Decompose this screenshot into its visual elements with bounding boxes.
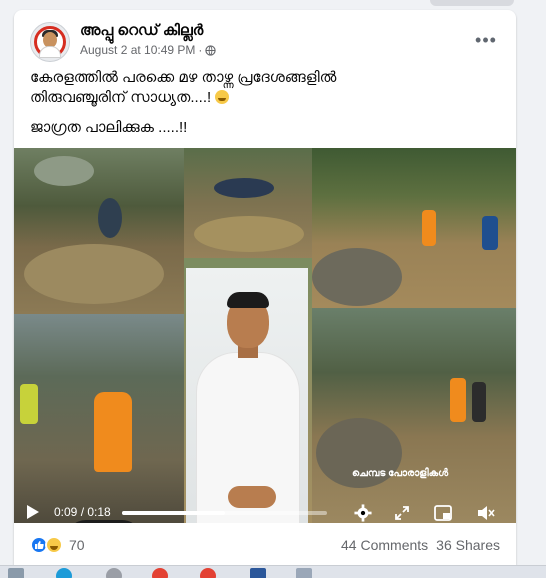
tile-worker	[422, 210, 436, 246]
pip-button[interactable]	[433, 503, 453, 523]
tile-crowd	[214, 178, 274, 198]
tile-house	[34, 156, 94, 186]
more-dots-icon: •••	[475, 29, 497, 50]
play-button[interactable]	[26, 503, 42, 521]
comments-count[interactable]: 44 Comments	[341, 537, 428, 553]
word-icon[interactable]	[250, 568, 266, 578]
tile-worker	[20, 384, 38, 424]
post-text-line-3: ജാഗ്രത പാലിക്കുക .....!!	[30, 119, 188, 136]
progress-fill	[122, 511, 225, 515]
post-header: അപ്പു റെഡ് കില്ലർ August 2 at 10:49 PM ·…	[14, 10, 516, 68]
video-collage-tile	[312, 308, 516, 523]
post-card: അപ്പു റെഡ് കില്ലർ August 2 at 10:49 PM ·…	[14, 10, 516, 565]
taskbar-app-icon[interactable]	[106, 568, 122, 578]
tile-worker	[450, 378, 466, 422]
post-text-line-1: കേരളത്തിൽ പരക്കെ മഴ താഴ്ന്ന പ്രദേശങ്ങളിൽ	[30, 69, 337, 86]
volume-button[interactable]	[476, 503, 496, 523]
tile-worker	[482, 216, 498, 250]
more-options-button[interactable]: •••	[472, 26, 500, 54]
post-text: കേരളത്തിൽ പരക്കെ മഴ താഴ്ന്ന പ്രദേശങ്ങളിൽ…	[30, 68, 500, 148]
top-chip	[430, 0, 514, 6]
tile-rocks	[312, 248, 402, 306]
feed-background-edge	[0, 0, 14, 565]
globe-icon[interactable]	[205, 44, 217, 56]
play-icon	[27, 505, 39, 519]
taskbar-app-icon[interactable]	[8, 568, 24, 578]
author-avatar[interactable]	[30, 22, 70, 62]
video-inset-speaker	[186, 268, 308, 523]
video-collage-tile	[184, 148, 312, 258]
haha-reaction-icon	[45, 536, 63, 554]
edge-icon[interactable]	[56, 568, 72, 578]
tile-debris	[194, 216, 304, 252]
tile-figure	[98, 198, 122, 238]
post-footer: 70 44 Comments 36 Shares	[14, 523, 516, 565]
chrome-icon[interactable]	[152, 568, 168, 578]
tile-worker	[94, 392, 132, 472]
time-separator: /	[77, 505, 88, 519]
author-name[interactable]: അപ്പു റെഡ് കില്ലർ	[80, 22, 203, 39]
post-timestamp[interactable]: August 2 at 10:49 PM	[80, 43, 195, 57]
video-collage-tile	[14, 148, 184, 314]
video-collage-tile	[14, 314, 184, 523]
settings-button[interactable]	[353, 503, 373, 523]
progress-track[interactable]	[122, 511, 327, 515]
speaker-hair	[227, 292, 269, 308]
grin-emoji-icon	[215, 90, 230, 104]
taskbar-app-icon[interactable]	[296, 568, 312, 578]
reactions-count: 70	[69, 537, 85, 553]
post-text-paragraph-2: ജാഗ്രത പാലിക്കുക .....!!	[30, 118, 500, 138]
post-meta: August 2 at 10:49 PM ·	[80, 43, 217, 57]
video-watermark: ചെമ്പട പോരാളികൾ	[352, 468, 449, 479]
video-player[interactable]: ചെമ്പട പോരാളികൾ 0:09 / 0:18	[14, 148, 516, 523]
video-time: 0:09 / 0:18	[54, 505, 111, 519]
fullscreen-button[interactable]	[392, 503, 412, 523]
browser-top-strip	[0, 0, 546, 8]
tile-worker	[472, 382, 486, 422]
volume-icon	[478, 506, 495, 520]
chrome-icon[interactable]	[200, 568, 216, 578]
duration: 0:18	[87, 505, 111, 519]
post-text-line-2: തിരുവഞ്ചൂരിന് സാധ്യത....!	[30, 89, 212, 106]
video-controls: 0:09 / 0:18	[14, 503, 516, 523]
expand-icon	[395, 506, 409, 520]
post-text-paragraph-1: കേരളത്തിൽ പരക്കെ മഴ താഴ്ന്ന പ്രദേശങ്ങളിൽ…	[30, 68, 500, 108]
picture-in-picture-icon	[434, 505, 452, 521]
meta-separator: ·	[198, 43, 203, 57]
engagement-stats: 44 Comments 36 Shares	[341, 537, 500, 553]
avatar-shirt	[39, 46, 61, 58]
current-time: 0:09	[54, 505, 78, 519]
reactions-summary[interactable]: 70	[30, 536, 85, 554]
video-collage-tile	[312, 148, 516, 308]
tile-debris	[24, 244, 164, 304]
gear-icon	[354, 504, 372, 522]
shares-count[interactable]: 36 Shares	[436, 537, 500, 553]
os-taskbar	[0, 565, 546, 578]
